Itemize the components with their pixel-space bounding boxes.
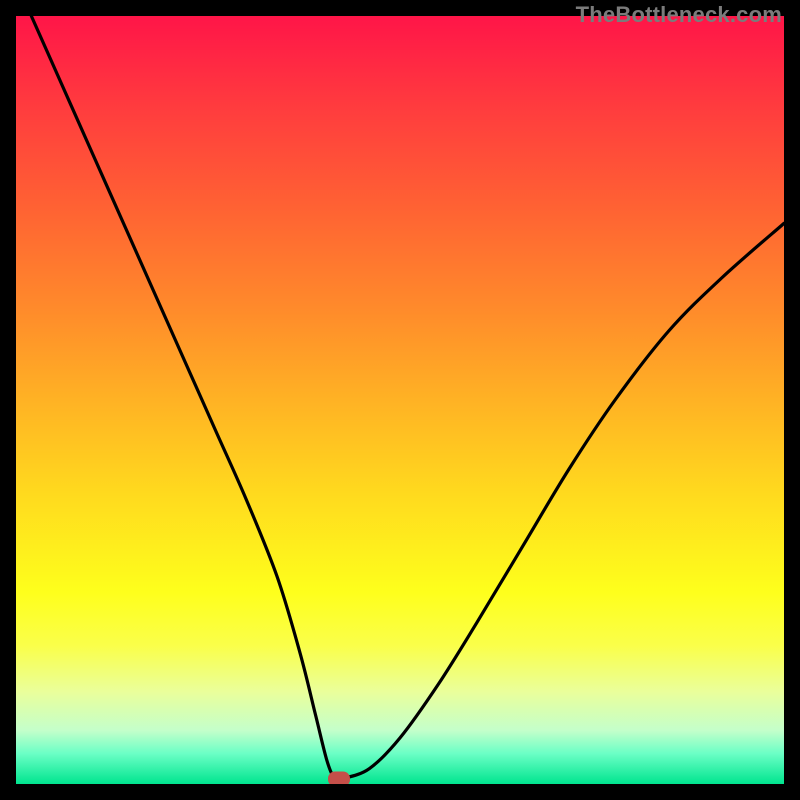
- chart-frame: [0, 0, 800, 800]
- watermark-text: TheBottleneck.com: [576, 2, 782, 28]
